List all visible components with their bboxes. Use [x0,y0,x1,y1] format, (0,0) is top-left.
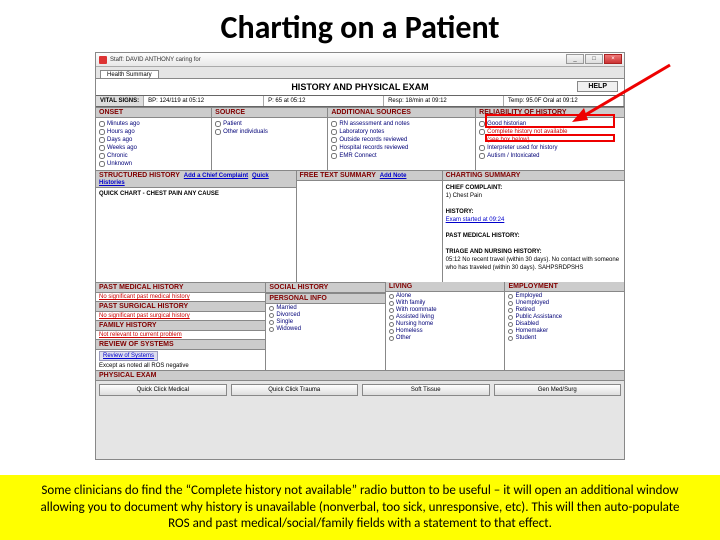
psh-head: PAST SURGICAL HISTORY [96,301,265,312]
option-widowed[interactable]: Widowed [269,326,382,333]
close-button[interactable]: × [604,54,622,64]
fh-head: FAMILY HISTORY [96,320,265,331]
option-divorced[interactable]: Divorced [269,312,382,319]
living-head: LIVING [386,282,505,292]
slide-title: Charting on a Patient [0,0,720,51]
pmh-head: PAST MEDICAL HISTORY [96,282,265,293]
add-cc-link[interactable]: Add a Chief Complaint [184,173,248,179]
option-emr-connect[interactable]: EMR Connect [331,152,472,160]
reliab-head: RELIABILITY OF HISTORY [476,107,624,118]
mid-sections: STRUCTURED HISTORY Add a Chief Complaint… [96,170,624,282]
vital-p: P: 65 at 05:12 [264,96,384,106]
help-button[interactable]: HELP [577,81,618,92]
ros-head: REVIEW OF SYSTEMS [96,339,265,350]
ros-txt: Except as noted all ROS negative [96,362,265,370]
page-header: HISTORY AND PHYSICAL EXAM HELP [96,78,624,95]
vitals-bar: VITAL SIGNS: BP: 124/119 at 05:12 P: 65 … [96,95,624,107]
titlebar-text: Staff: DAVID ANTHONY caring for [110,57,201,63]
exam-btn-quick-click-medical[interactable]: Quick Click Medical [99,384,227,396]
option-interpreter-used-for-history[interactable]: Interpreter used for history [479,144,621,152]
add-note-link[interactable]: Add Note [380,173,407,179]
ros-link[interactable]: Review of Systems [99,351,158,361]
option-autism-intoxicated[interactable]: Autism / Intoxicated [479,152,621,160]
option-alone[interactable]: Alone [389,293,502,300]
charting-summary: CHIEF COMPLAINT:1) Chest Pain HISTORY:Ex… [443,181,624,275]
option-single[interactable]: Single [269,319,382,326]
option-minutes-ago[interactable]: Minutes ago [99,120,208,128]
titlebar: Staff: DAVID ANTHONY caring for _ □ × [96,53,624,67]
exam-btn-soft-tissue[interactable]: Soft Tissue [362,384,490,396]
option-public-assistance[interactable]: Public Assistance [508,314,621,321]
option-rn-assessment-and-notes[interactable]: RN assessment and notes [331,120,472,128]
exam-btn-gen-med-surg[interactable]: Gen Med/Surg [494,384,622,396]
exam-buttons: Quick Click Medical Quick Click TraumaSof… [96,380,624,399]
chart-head: CHARTING SUMMARY [443,171,624,181]
option-outside-records-reviewed[interactable]: Outside records reviewed [331,136,472,144]
option-disabled[interactable]: Disabled [508,321,621,328]
emp-head: EMPLOYMENT [505,282,624,292]
soc-head: SOCIAL HISTORY [266,282,385,293]
pmh-link[interactable]: No significant past medical history [96,293,265,301]
struct-head: STRUCTURED HISTORY Add a Chief Complaint… [96,171,296,188]
option-homemaker[interactable]: Homemaker [508,328,621,335]
option-intoxicated[interactable]: (see box below) [479,136,621,144]
top-sections: ONSET Minutes agoHours agoDays agoWeeks … [96,107,624,170]
option-assisted-living[interactable]: Assisted living [389,314,502,321]
vital-temp: Temp: 95.0F Oral at 09:12 [504,96,624,106]
option-nursing-home[interactable]: Nursing home [389,321,502,328]
option-hours-ago[interactable]: Hours ago [99,128,208,136]
addl-head: ADDITIONAL SOURCES [328,107,475,118]
option-with-roommate[interactable]: With roommate [389,307,502,314]
vital-resp: Resp: 18/min at 09:12 [384,96,504,106]
option-days-ago[interactable]: Days ago [99,136,208,144]
phys-head: PHYSICAL EXAM [96,370,624,380]
app-window: Staff: DAVID ANTHONY caring for _ □ × He… [95,52,625,460]
option-student[interactable]: Student [508,335,621,342]
pinfo-head: PERSONAL INFO [266,293,385,304]
onset-head: ONSET [96,107,211,118]
exam-link[interactable]: Exam started at 09:24 [446,217,505,223]
option-homeless[interactable]: Homeless [389,328,502,335]
option-chronic[interactable]: Chronic [99,152,208,160]
option-with-family[interactable]: With family [389,300,502,307]
minimize-button[interactable]: _ [566,54,584,64]
vitals-label: VITAL SIGNS: [96,96,144,106]
exam-btn-quick-click-trauma[interactable]: Quick Click Trauma [231,384,359,396]
option-employed[interactable]: Employed [508,293,621,300]
option-hospital-records-reviewed[interactable]: Hospital records reviewed [331,144,472,152]
option-unemployed[interactable]: Unemployed [508,300,621,307]
fh-link[interactable]: Not relevant to current problem [96,331,265,339]
app-icon [99,56,107,64]
option-unknown[interactable]: Unknown [99,160,208,168]
vital-bp: BP: 124/119 at 05:12 [144,96,264,106]
free-head: FREE TEXT SUMMARY Add Note [297,171,442,181]
option-married[interactable]: Married [269,305,382,312]
option-good-historian[interactable]: Good historian [479,120,621,128]
option-laboratory-notes[interactable]: Laboratory notes [331,128,472,136]
option-other-individuals[interactable]: Other individuals [215,128,324,136]
psh-link[interactable]: No significant past surgical history [96,312,265,320]
quick-chart[interactable]: QUICK CHART - CHEST PAIN ANY CAUSE [99,191,219,197]
option-retired[interactable]: Retired [508,307,621,314]
option-complete-history-not-available[interactable]: Complete history not available [479,128,621,136]
maximize-button[interactable]: □ [585,54,603,64]
lower-sections: PAST MEDICAL HISTORY No significant past… [96,282,624,399]
option-other[interactable]: Other [389,335,502,342]
option-patient[interactable]: Patient [215,120,324,128]
option-weeks-ago[interactable]: Weeks ago [99,144,208,152]
source-head: SOURCE [212,107,327,118]
slide-caption: Some clinicians do find the “Complete hi… [0,475,720,540]
